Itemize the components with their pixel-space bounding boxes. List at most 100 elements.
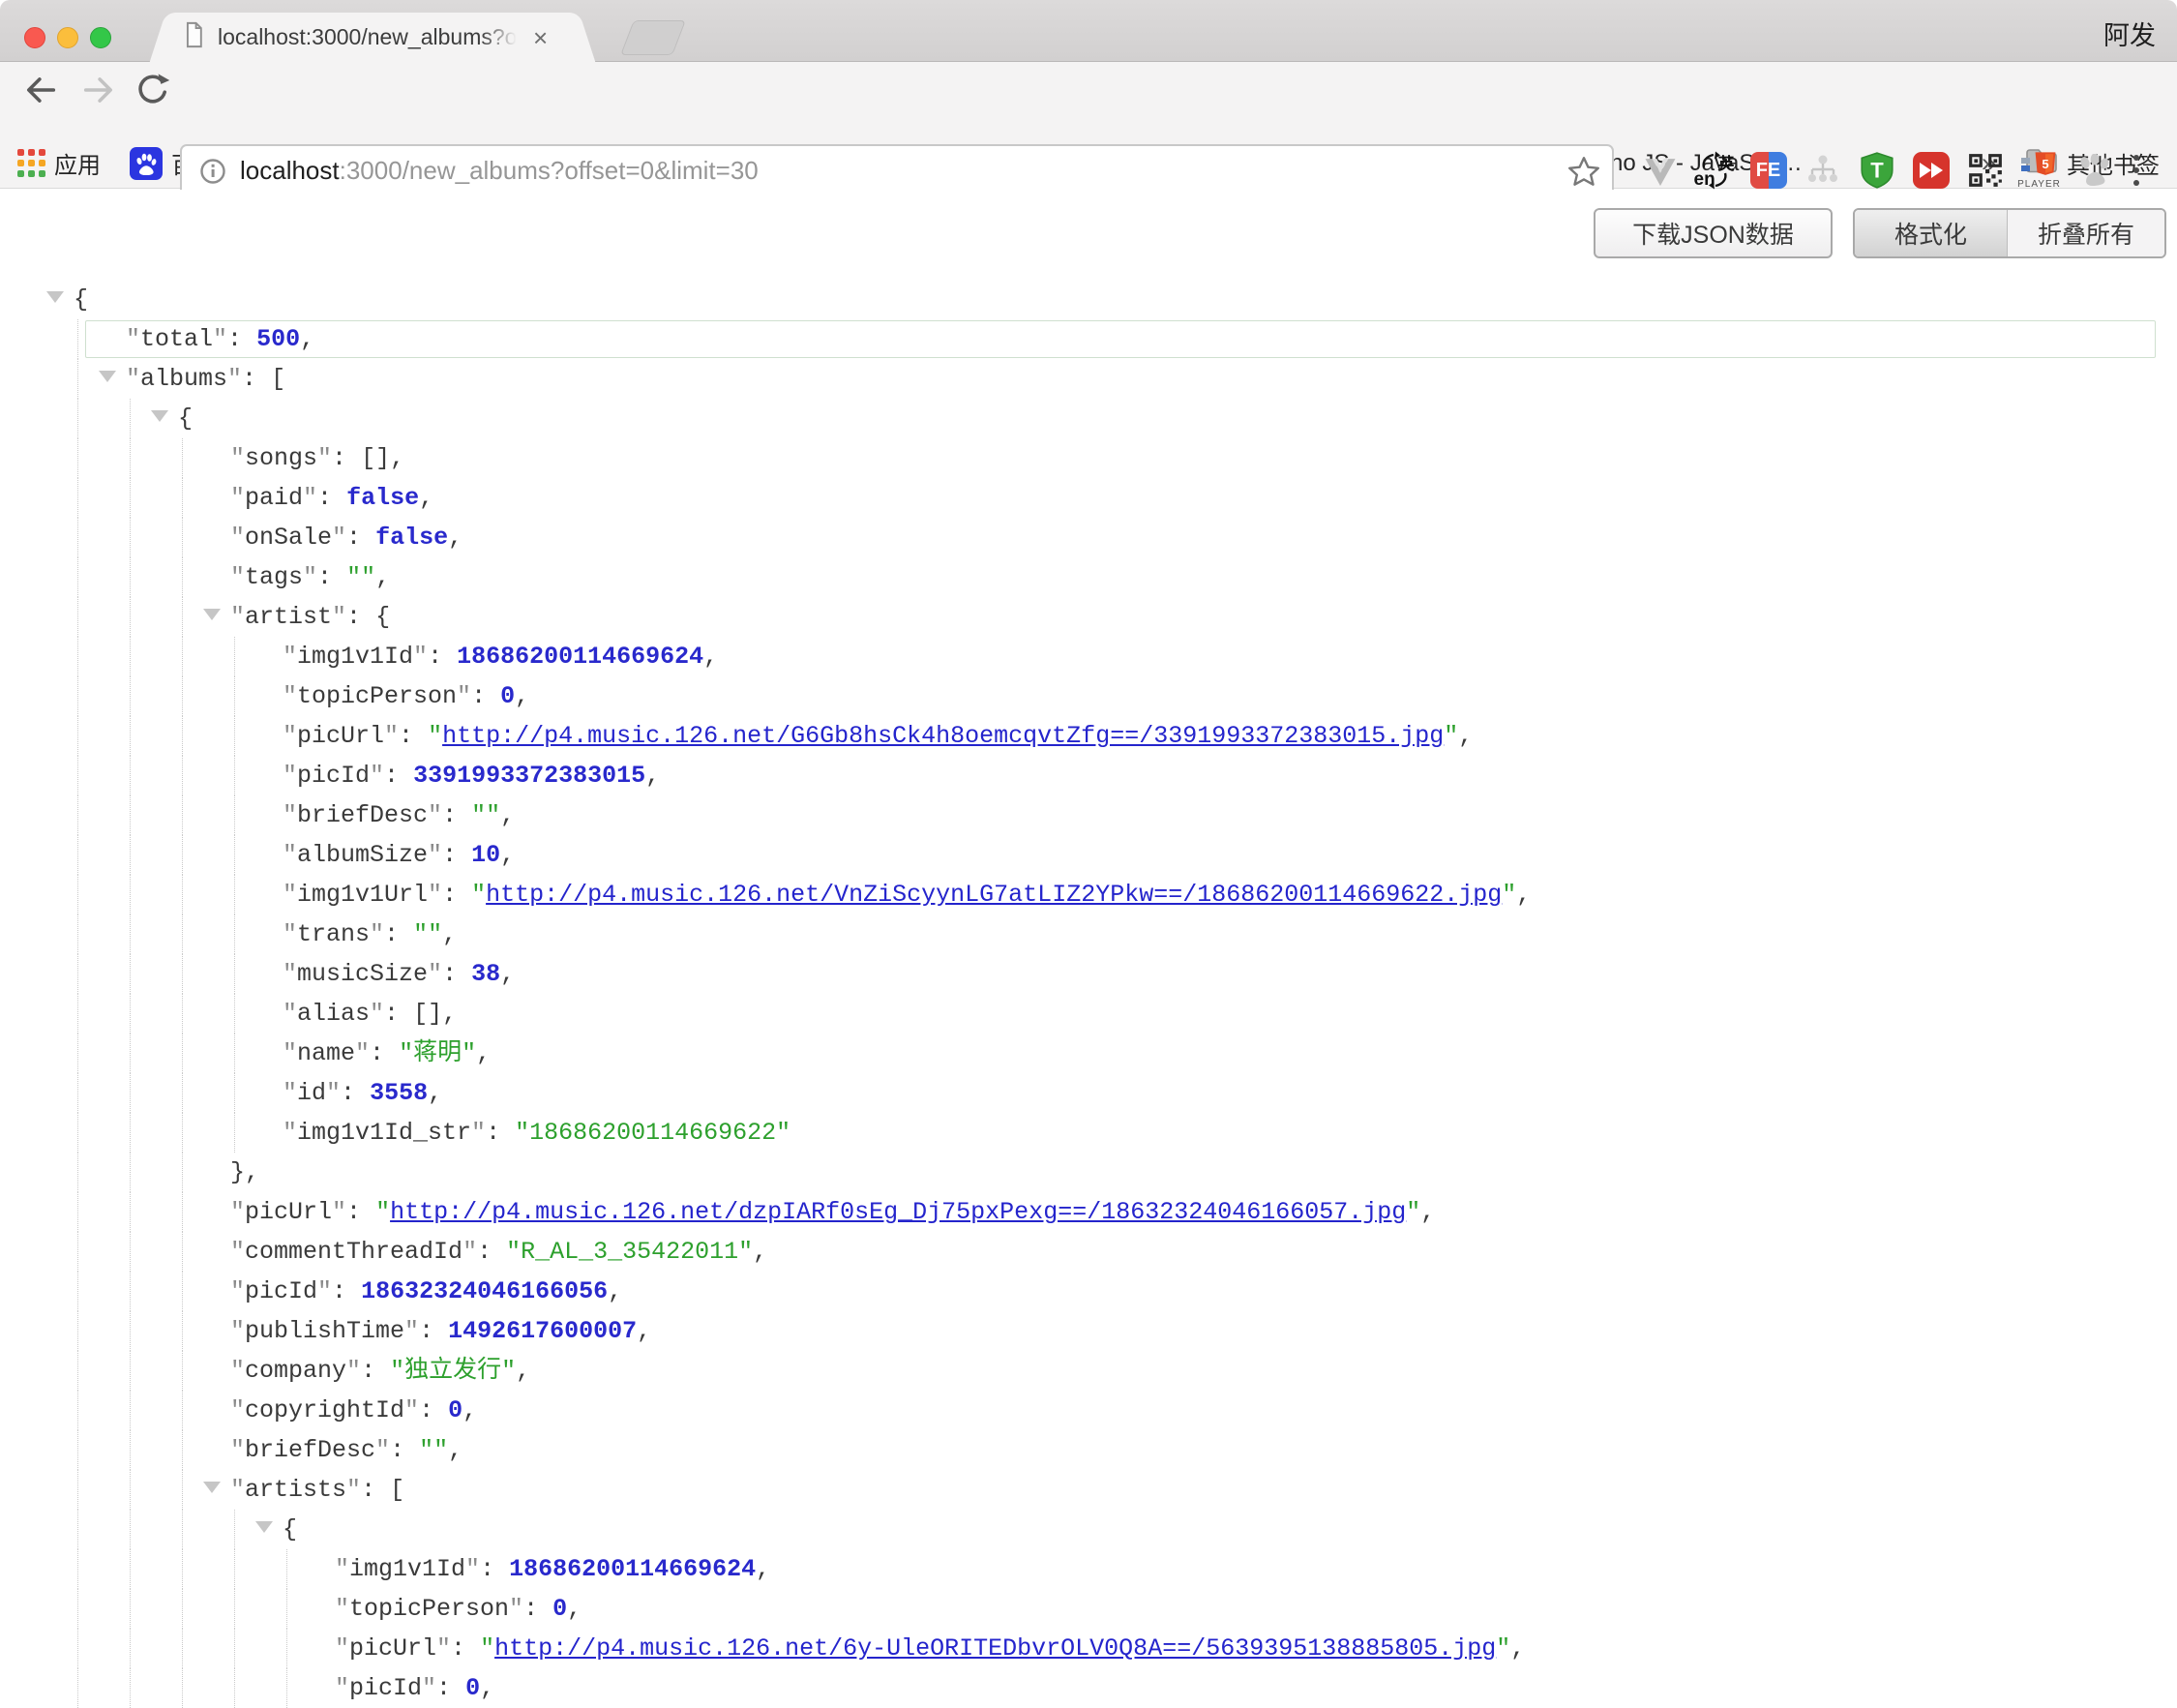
json-colon: : (399, 722, 428, 750)
indent-guide-line (182, 1430, 183, 1470)
collapse-arrow-icon[interactable] (99, 371, 116, 382)
json-key: picId (349, 1674, 422, 1702)
json-key: paid (245, 484, 303, 512)
json-key: briefDesc (297, 801, 428, 829)
qrcode-icon[interactable] (1964, 148, 2006, 193)
json-colon: : (523, 1595, 552, 1623)
json-key-quote: " (332, 1198, 346, 1226)
json-line-text: "id": 3558, (283, 1073, 442, 1113)
tab-title-fade (481, 24, 525, 50)
html5-player-icon[interactable]: 5 PLAYER (2018, 148, 2060, 193)
indent-guide-line (130, 1510, 131, 1549)
json-value: 1492617600007 (448, 1317, 637, 1345)
json-key-quote: " (230, 1476, 245, 1504)
browser-menu-icon[interactable] (2127, 148, 2146, 193)
collapse-all-button[interactable]: 折叠所有 (2008, 210, 2164, 256)
indent-guide-line (234, 637, 235, 676)
json-line: "artist": { (0, 597, 2177, 637)
json-line: "topicPerson": 0, (0, 1589, 2177, 1629)
bookmark-apps[interactable]: 应用 (17, 146, 101, 180)
json-line: "topicPerson": 0, (0, 676, 2177, 716)
indent-guide-line (130, 875, 131, 914)
json-line: "alias": [], (0, 994, 2177, 1034)
collapse-arrow-icon[interactable] (203, 609, 221, 620)
json-colon: : (317, 563, 346, 591)
indent-guide-line (130, 1470, 131, 1510)
collapse-arrow-icon[interactable] (255, 1521, 273, 1533)
forward-button[interactable] (79, 71, 118, 114)
sitemap-icon[interactable] (1802, 148, 1843, 193)
url-link[interactable]: http://p4.music.126.net/dzpIARf0sEg_Dj75… (390, 1198, 1406, 1226)
translate-icon[interactable]: 英 en (1693, 148, 1735, 193)
fe-icon[interactable]: FE (1747, 148, 1789, 193)
json-key-quote: " (346, 1357, 361, 1385)
indent-guide-line (234, 954, 235, 994)
json-comma: , (608, 1277, 622, 1305)
indent-guide-line (130, 1430, 131, 1470)
new-tab-button[interactable] (620, 20, 686, 55)
json-colon: : (361, 1476, 390, 1504)
close-window-button[interactable] (24, 27, 45, 48)
indent-guide-line (234, 1113, 235, 1153)
json-key: copyrightId (245, 1396, 404, 1424)
indent-guide-line (182, 795, 183, 835)
json-comma: , (245, 1158, 259, 1186)
json-line: "name": "蒋明", (0, 1034, 2177, 1073)
reload-button[interactable] (134, 71, 172, 114)
fullscreen-window-button[interactable] (90, 27, 111, 48)
json-key-quote: " (303, 484, 317, 512)
collapse-arrow-icon[interactable] (203, 1482, 221, 1493)
json-key-quote: " (283, 682, 297, 710)
json-key: id (297, 1079, 326, 1107)
json-line-text: "artist": { (230, 597, 390, 637)
browser-profile-name[interactable]: 阿发 (2103, 15, 2156, 52)
json-line: "songs": [], (0, 438, 2177, 478)
indent-guide-line (130, 994, 131, 1034)
json-line: "picUrl": "http://p4.music.126.net/G6Gb8… (0, 716, 2177, 756)
collapse-arrow-icon[interactable] (151, 410, 168, 422)
indent-guide-line (130, 1272, 131, 1311)
traffic-lights (24, 27, 111, 48)
json-key: img1v1Url (297, 881, 428, 909)
json-line-text: { (74, 280, 88, 319)
indent-guide-line (286, 1549, 287, 1589)
json-comma: , (703, 643, 718, 671)
json-colon: : (384, 1000, 413, 1028)
json-comma: , (753, 1238, 767, 1266)
indent-guide-line (182, 1232, 183, 1272)
format-button[interactable]: 格式化 (1855, 210, 2008, 256)
paw-icon[interactable] (2073, 148, 2114, 193)
fast-forward-icon[interactable] (1910, 148, 1952, 193)
url-link[interactable]: http://p4.music.126.net/6y-UleORITEDbvrO… (494, 1634, 1496, 1663)
json-colon: : (332, 444, 361, 472)
url-link[interactable]: http://p4.music.126.net/G6Gb8hsCk4h8oemc… (442, 722, 1444, 750)
indent-guide-line (77, 1430, 78, 1470)
url-link[interactable]: http://p4.music.126.net/VnZiScyynLG7atLI… (486, 881, 1502, 909)
download-json-button[interactable]: 下载JSON数据 (1594, 208, 1833, 258)
json-key: topicPerson (297, 682, 457, 710)
json-line-text: "picUrl": "http://p4.music.126.net/G6Gb8… (283, 716, 1473, 756)
tab-close-icon[interactable]: × (533, 25, 548, 50)
json-line-text: "img1v1Url": "http://p4.music.126.net/Vn… (283, 875, 1531, 914)
json-colon: : (480, 1555, 509, 1583)
indent-guide-line (77, 835, 78, 875)
indent-guide-line (77, 478, 78, 518)
page-info-icon[interactable] (195, 154, 230, 189)
back-button[interactable] (21, 71, 60, 114)
indent-guide-line (234, 914, 235, 954)
indent-guide-line (182, 756, 183, 795)
tampermonkey-icon[interactable]: T (1856, 148, 1897, 193)
indent-guide-line (182, 1668, 183, 1708)
indent-guide-line (182, 637, 183, 676)
json-line-text: "total": 500, (126, 319, 314, 359)
collapse-arrow-icon[interactable] (46, 291, 64, 303)
vue-devtools-icon[interactable] (1639, 148, 1681, 193)
minimize-window-button[interactable] (57, 27, 78, 48)
json-line-text: "picId": 18632324046166056, (230, 1272, 622, 1311)
json-comma: , (476, 1039, 491, 1067)
indent-guide-line (234, 994, 235, 1034)
browser-tab[interactable]: localhost:3000/new_albums?o × (179, 13, 566, 62)
json-comma: , (448, 524, 462, 552)
json-key-quote: " (462, 1238, 477, 1266)
indent-guide-line (130, 1153, 131, 1192)
